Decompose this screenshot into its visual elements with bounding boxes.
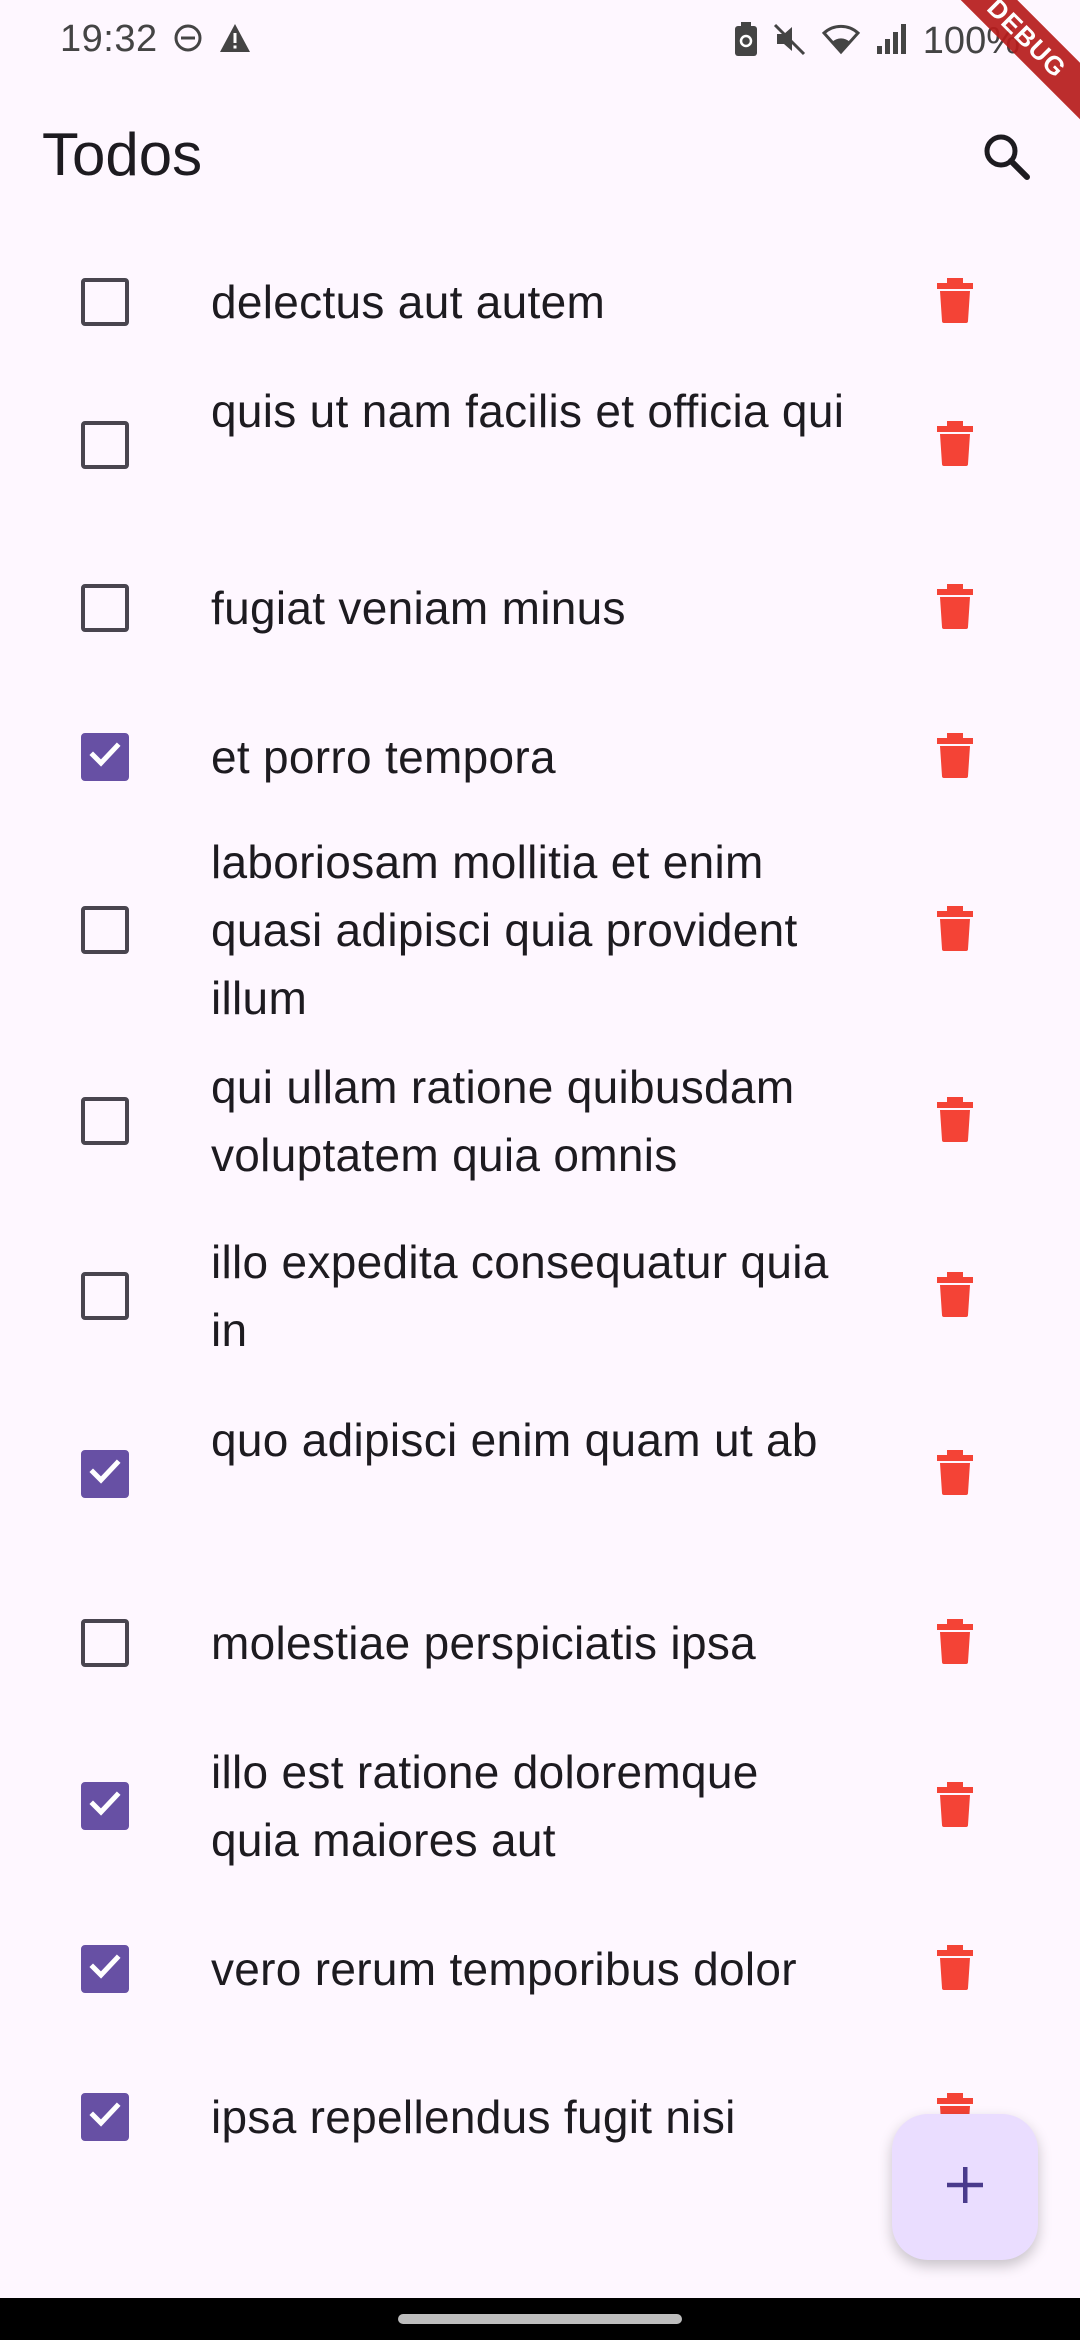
trash-icon [935,1944,975,1995]
todo-item[interactable]: fugiat veniam minus [0,526,1080,690]
todo-item[interactable]: qui ullam ratione quibusdam voluptatem q… [0,1036,1080,1206]
check-icon [87,2097,123,2138]
todo-item[interactable]: vero rerum temporibus dolor [0,1888,1080,2050]
todo-item[interactable]: delectus aut autem [0,240,1080,364]
delete-button[interactable] [925,727,985,787]
plus-icon [943,2163,987,2212]
todo-checkbox[interactable] [81,906,129,954]
todo-checkbox[interactable] [81,278,129,326]
todo-text: et porro tempora [211,731,556,783]
todo-checkbox[interactable] [81,1450,129,1498]
todo-checkbox[interactable] [81,1097,129,1145]
todo-item[interactable]: et porro tempora [0,690,1080,824]
trash-icon [935,905,975,956]
delete-button[interactable] [925,1776,985,1836]
trash-icon [935,732,975,783]
todo-text: fugiat veniam minus [211,582,626,634]
todo-item[interactable]: quo adipisci enim quam ut ab [0,1386,1080,1562]
delete-button[interactable] [925,1613,985,1673]
todo-item[interactable]: molestiae perspiciatis ipsa [0,1562,1080,1724]
screen: 19:32 100% DEBUG Todos delectus aut aute… [0,0,1080,2340]
status-time: 19:32 [60,18,158,60]
todo-checkbox[interactable] [81,421,129,469]
delete-button[interactable] [925,578,985,638]
status-left-icons [172,22,252,59]
add-todo-button[interactable] [892,2114,1038,2260]
delete-button[interactable] [925,415,985,475]
todo-checkbox[interactable] [81,1619,129,1667]
todo-text: laboriosam mollitia et enim quasi adipis… [211,836,798,1024]
todo-checkbox[interactable] [81,2093,129,2141]
todo-text: ipsa repellendus fugit nisi [211,2091,736,2143]
trash-icon [935,1096,975,1147]
todo-text: quo adipisci enim quam ut ab [211,1414,818,1466]
check-icon [87,1786,123,1827]
check-icon [87,1454,123,1495]
delete-button[interactable] [925,1091,985,1151]
todo-text: illo est ratione doloremque quia maiores… [211,1746,759,1866]
delete-button[interactable] [925,1444,985,1504]
todo-text: vero rerum temporibus dolor [211,1943,797,1995]
todo-text: delectus aut autem [211,276,606,328]
warning-icon [218,22,252,59]
navigation-bar [0,2298,1080,2340]
status-right-icons: 100% [733,20,1020,63]
delete-button[interactable] [925,1939,985,1999]
page-title: Todos [42,121,203,188]
trash-icon [935,583,975,634]
signal-icon [875,22,909,61]
trash-icon [935,420,975,471]
mute-icon [773,22,807,61]
trash-icon [935,277,975,328]
todo-item[interactable]: laboriosam mollitia et enim quasi adipis… [0,824,1080,1036]
delete-button[interactable] [925,272,985,332]
todo-item[interactable]: illo est ratione doloremque quia maiores… [0,1724,1080,1888]
trash-icon [935,1618,975,1669]
todo-item[interactable]: illo expedita consequatur quia in [0,1206,1080,1386]
check-icon [87,737,123,778]
todo-checkbox[interactable] [81,1945,129,1993]
delete-button[interactable] [925,900,985,960]
search-button[interactable] [968,120,1044,196]
todo-checkbox[interactable] [81,1782,129,1830]
trash-icon [935,1781,975,1832]
status-bar: 19:32 100% DEBUG [0,0,1080,134]
wifi-icon [821,22,861,61]
todo-text: qui ullam ratione quibusdam voluptatem q… [211,1061,795,1181]
todo-text: quis ut nam facilis et officia qui [211,385,845,437]
trash-icon [935,1449,975,1500]
search-icon [980,130,1032,187]
todo-text: molestiae perspiciatis ipsa [211,1617,757,1669]
todo-text: illo expedita consequatur quia in [211,1236,829,1356]
battery-saver-icon [733,21,759,62]
home-gesture-handle[interactable] [398,2314,682,2324]
todo-checkbox[interactable] [81,1272,129,1320]
todo-list: delectus aut autem quis ut nam facilis et… [0,240,1080,2184]
todo-checkbox[interactable] [81,733,129,781]
trash-icon [935,1271,975,1322]
dnd-icon [172,22,204,59]
app-bar: Todos [0,100,1080,216]
check-icon [87,1949,123,1990]
delete-button[interactable] [925,1266,985,1326]
todo-checkbox[interactable] [81,584,129,632]
todo-item[interactable]: quis ut nam facilis et officia qui [0,364,1080,526]
